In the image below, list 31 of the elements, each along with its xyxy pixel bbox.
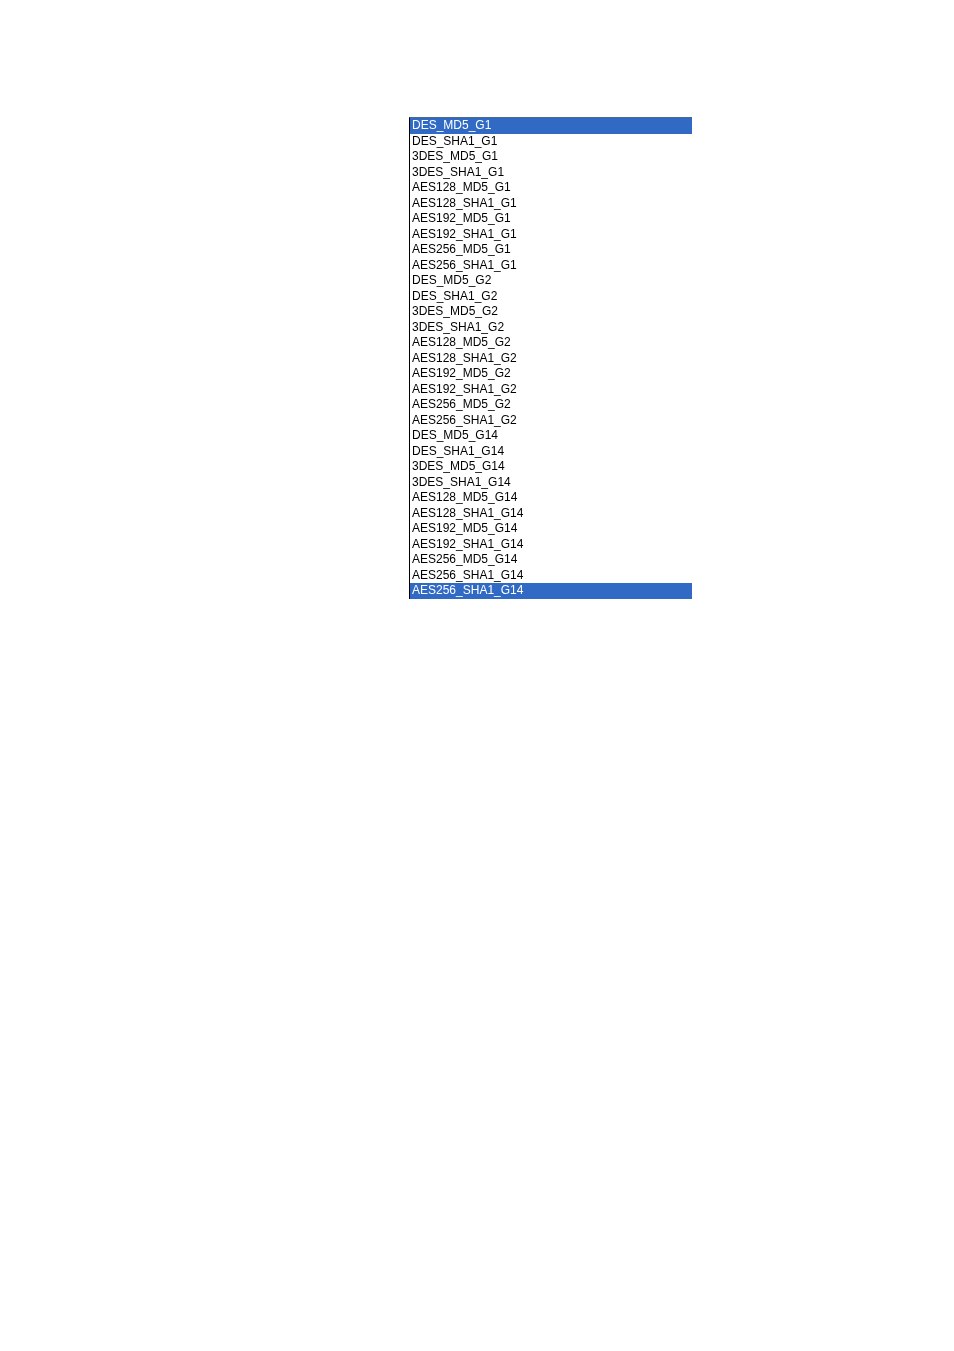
- list-item[interactable]: 3DES_MD5_G2: [410, 304, 692, 320]
- list-item[interactable]: AES128_SHA1_G1: [410, 195, 692, 211]
- list-item[interactable]: AES128_SHA1_G14: [410, 505, 692, 521]
- list-item[interactable]: AES192_MD5_G2: [410, 366, 692, 382]
- list-item[interactable]: AES256_SHA1_G14: [410, 583, 692, 599]
- list-item[interactable]: AES128_MD5_G2: [410, 335, 692, 351]
- list-item[interactable]: AES128_MD5_G14: [410, 490, 692, 506]
- list-item[interactable]: AES256_SHA1_G1: [410, 257, 692, 273]
- list-item[interactable]: AES192_MD5_G14: [410, 521, 692, 537]
- list-item[interactable]: DES_MD5_G2: [410, 273, 692, 289]
- list-item[interactable]: AES256_SHA1_G2: [410, 412, 692, 428]
- list-item[interactable]: AES192_SHA1_G2: [410, 381, 692, 397]
- list-item[interactable]: 3DES_SHA1_G2: [410, 319, 692, 335]
- list-item[interactable]: AES256_MD5_G1: [410, 242, 692, 258]
- list-item[interactable]: AES256_MD5_G2: [410, 397, 692, 413]
- list-item[interactable]: AES256_MD5_G14: [410, 552, 692, 568]
- list-item[interactable]: DES_SHA1_G2: [410, 288, 692, 304]
- list-item[interactable]: DES_MD5_G14: [410, 428, 692, 444]
- list-item[interactable]: AES256_SHA1_G14: [410, 567, 692, 583]
- list-item[interactable]: AES192_SHA1_G1: [410, 226, 692, 242]
- list-item[interactable]: AES128_SHA1_G2: [410, 350, 692, 366]
- list-item[interactable]: DES_SHA1_G14: [410, 443, 692, 459]
- list-item[interactable]: AES128_MD5_G1: [410, 180, 692, 196]
- list-item[interactable]: 3DES_MD5_G14: [410, 459, 692, 475]
- list-item[interactable]: 3DES_SHA1_G1: [410, 164, 692, 180]
- list-item[interactable]: AES192_MD5_G1: [410, 211, 692, 227]
- list-item[interactable]: 3DES_MD5_G1: [410, 149, 692, 165]
- list-item[interactable]: DES_MD5_G1: [410, 118, 692, 134]
- list-item[interactable]: 3DES_SHA1_G14: [410, 474, 692, 490]
- list-item[interactable]: DES_SHA1_G1: [410, 133, 692, 149]
- list-item[interactable]: AES192_SHA1_G14: [410, 536, 692, 552]
